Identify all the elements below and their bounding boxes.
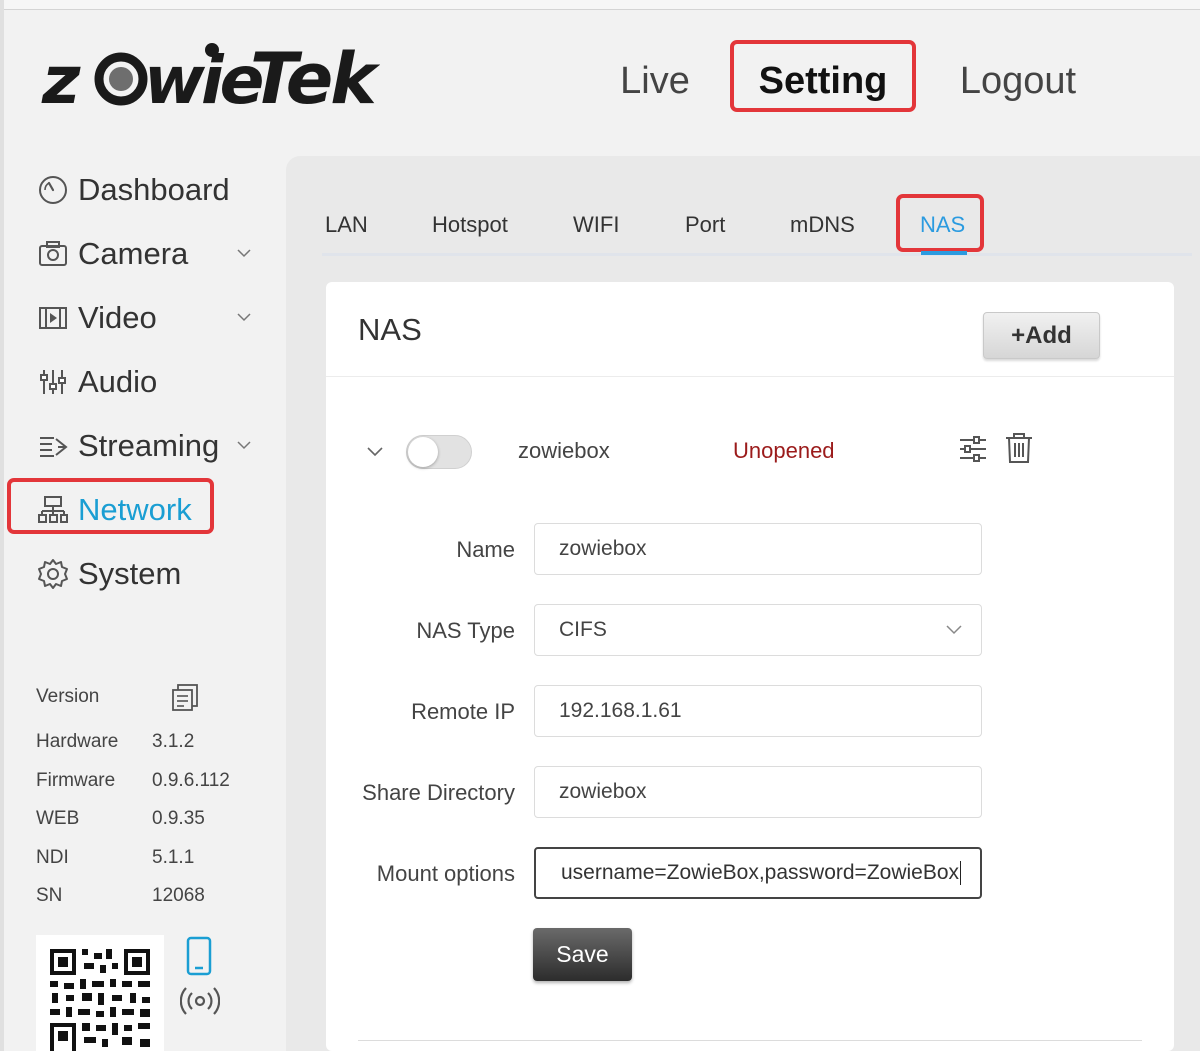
form-row-name: Name zowiebox — [326, 523, 1174, 575]
save-button[interactable]: Save — [533, 928, 632, 981]
version-key: WEB — [36, 808, 80, 829]
sidebar-item-dashboard[interactable]: Dashboard — [36, 165, 266, 215]
mount-options-value: username=ZowieBox,password=ZowieBox — [561, 861, 960, 884]
sidebar-item-label: Streaming — [78, 428, 220, 463]
svg-text:wie: wie — [144, 42, 263, 119]
main-panel: LAN Hotspot WIFI Port mDNS NAS NAS +Add … — [286, 156, 1200, 1051]
sidebar: Dashboard Camera Video Audio Streaming N… — [0, 150, 280, 1051]
sidebar-item-label: Camera — [78, 236, 189, 271]
nas-card-title: NAS — [358, 312, 422, 347]
qr-code — [36, 935, 164, 1051]
nas-card: NAS +Add zowiebox Unopened Name zowiebox… — [326, 282, 1174, 1051]
audio-icon — [36, 365, 70, 399]
dashboard-icon — [36, 173, 70, 207]
mount-options-input[interactable]: username=ZowieBox,password=ZowieBox — [534, 847, 982, 899]
version-value: 12068 — [152, 885, 205, 906]
name-label: Name — [456, 537, 515, 562]
version-title: Version — [36, 686, 100, 707]
version-key: Hardware — [36, 731, 119, 752]
card-bottom-divider — [358, 1040, 1142, 1041]
chevron-down-icon[interactable] — [236, 309, 252, 325]
camera-icon — [36, 237, 70, 271]
tab-mdns[interactable]: mDNS — [790, 212, 855, 238]
sidebar-item-label: Audio — [78, 364, 158, 399]
svg-text:z: z — [41, 42, 81, 119]
remote-ip-input[interactable]: 192.168.1.61 — [534, 685, 982, 737]
chevron-down-icon[interactable] — [236, 245, 252, 261]
nav-live[interactable]: Live — [590, 40, 720, 112]
version-key: NDI — [36, 847, 69, 868]
sidebar-item-label: Video — [78, 300, 157, 335]
video-icon — [36, 301, 70, 335]
version-value: 3.1.2 — [152, 731, 195, 752]
nas-type-value: CIFS — [559, 618, 607, 641]
nav-logout[interactable]: Logout — [948, 40, 1088, 112]
nas-type-label: NAS Type — [416, 618, 515, 643]
nas-entry-name: zowiebox — [518, 438, 610, 463]
nav-setting[interactable]: Setting — [730, 40, 916, 112]
copy-icon[interactable] — [170, 682, 200, 712]
add-nas-button[interactable]: +Add — [983, 312, 1100, 359]
version-value: 0.9.35 — [152, 808, 205, 829]
chevron-down-icon[interactable] — [236, 437, 252, 453]
version-row-ndi: NDI 5.1.1 — [36, 847, 276, 877]
share-directory-label: Share Directory — [362, 780, 515, 805]
version-title-row: Version — [36, 686, 276, 716]
broadcast-icon[interactable] — [180, 984, 220, 1018]
mount-options-label: Mount options — [376, 861, 515, 886]
version-row-firmware: Firmware 0.9.6.112 — [36, 770, 276, 800]
version-value: 5.1.1 — [152, 847, 195, 868]
toggle-knob — [408, 437, 438, 467]
top-navigation: Live Setting Logout — [560, 40, 1200, 120]
nas-enable-toggle[interactable] — [406, 435, 472, 469]
share-directory-input[interactable]: zowiebox — [534, 766, 982, 818]
chevron-down-icon[interactable] — [366, 442, 384, 460]
version-value: 0.9.6.112 — [152, 770, 230, 791]
remote-ip-label: Remote IP — [411, 699, 515, 724]
sidebar-item-label: System — [78, 556, 182, 591]
version-key: Firmware — [36, 770, 116, 791]
sidebar-item-streaming[interactable]: Streaming — [36, 421, 266, 471]
form-row-remote-ip: Remote IP 192.168.1.61 — [326, 685, 1174, 737]
browser-top-edge — [0, 0, 1200, 10]
zowietek-logo: z wie Tek — [40, 38, 384, 120]
sliders-icon[interactable] — [958, 434, 988, 464]
network-tabs: LAN Hotspot WIFI Port mDNS NAS — [322, 194, 1192, 256]
chevron-down-icon — [946, 625, 962, 635]
active-tab-indicator — [921, 251, 967, 255]
version-key: SN — [36, 885, 63, 906]
version-row-hardware: Hardware 3.1.2 — [36, 731, 276, 761]
nas-type-select[interactable]: CIFS — [534, 604, 982, 656]
nas-tab-highlight-box — [896, 194, 984, 252]
sidebar-item-audio[interactable]: Audio — [36, 357, 266, 407]
tab-hotspot[interactable]: Hotspot — [432, 212, 508, 238]
text-caret — [960, 861, 962, 886]
streaming-icon — [36, 429, 70, 463]
form-row-mount-options: Mount options username=ZowieBox,password… — [326, 847, 1174, 899]
tab-port[interactable]: Port — [685, 212, 725, 238]
name-input[interactable]: zowiebox — [534, 523, 982, 575]
form-row-share-directory: Share Directory zowiebox — [326, 766, 1174, 818]
phone-icon[interactable] — [184, 936, 214, 976]
form-row-nas-type: NAS Type CIFS — [326, 604, 1174, 656]
gear-icon — [36, 557, 70, 591]
svg-text:Tek: Tek — [250, 40, 380, 120]
nas-entry-status: Unopened — [733, 438, 835, 463]
trash-icon[interactable] — [1004, 432, 1034, 464]
network-highlight-box — [7, 478, 214, 534]
sidebar-item-video[interactable]: Video — [36, 293, 266, 343]
sidebar-item-camera[interactable]: Camera — [36, 229, 266, 279]
tab-wifi[interactable]: WIFI — [573, 212, 619, 238]
sidebar-item-system[interactable]: System — [36, 549, 266, 599]
sidebar-item-label: Dashboard — [78, 172, 230, 207]
tab-lan[interactable]: LAN — [325, 212, 368, 238]
version-row-sn: SN 12068 — [36, 885, 276, 915]
card-divider — [326, 376, 1174, 377]
version-row-web: WEB 0.9.35 — [36, 808, 276, 838]
nas-entry-row: zowiebox Unopened — [326, 422, 1174, 478]
